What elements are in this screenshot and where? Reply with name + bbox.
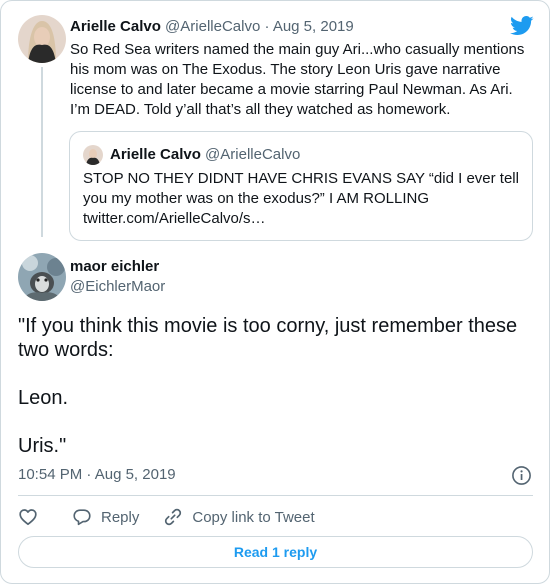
main-tweet-text: "If you think this movie is too corny, j… [18,314,533,458]
tweet-date: Aug 5, 2019 [94,466,176,483]
avatar[interactable] [18,253,66,301]
divider [18,495,533,496]
avatar-image [18,15,66,63]
tweet-actions: Reply Copy link to Tweet [18,506,315,528]
author-name[interactable]: Arielle Calvo [70,18,161,35]
tweet-line: "If you think this movie is too corny, j… [18,315,518,361]
info-icon[interactable] [511,465,532,486]
copy-link-button[interactable]: Copy link to Tweet [163,507,315,527]
link-icon [165,508,182,526]
heart-icon [19,509,37,526]
twitter-bird-icon[interactable] [510,16,534,36]
tweet-embed-card: Arielle Calvo @ArielleCalvo · Aug 5, 201… [0,0,550,584]
tweet-timestamp[interactable]: 10:54 PM · Aug 5, 2019 [18,466,176,484]
author-handle[interactable]: @ArielleCalvo [165,18,260,35]
header-separator: · [264,18,270,35]
tweet-line: Leon. [18,387,69,409]
tweet-date[interactable]: Aug 5, 2019 [273,18,354,35]
quoted-tweet-text: STOP NO THEY DIDNT HAVE CHRIS EVANS SAY … [83,170,519,227]
tweet-time: 10:54 PM [18,466,83,483]
parent-tweet-text: So Red Sea writers named the main guy Ar… [70,41,525,118]
thread-connector-line [41,67,43,237]
tweet-line: Uris." [18,435,67,457]
avatar [83,145,103,165]
reply-button[interactable]: Reply [72,507,139,527]
parent-tweet-header: Arielle Calvo @ArielleCalvo · Aug 5, 201… [70,18,354,36]
author-name: Arielle Calvo [110,146,201,163]
meta-separator: · [86,466,92,483]
reply-bubble-icon [73,509,91,526]
quoted-tweet-header: Arielle Calvo @ArielleCalvo [110,146,300,164]
author-handle[interactable]: @EichlerMaor [70,278,165,296]
copy-link-label: Copy link to Tweet [192,508,315,526]
reply-label: Reply [101,508,140,526]
read-replies-button[interactable]: Read 1 reply [18,536,533,568]
like-button[interactable] [18,507,38,527]
author-name[interactable]: maor eichler [70,258,159,276]
author-handle: @ArielleCalvo [205,146,301,163]
quoted-tweet[interactable]: Arielle Calvo @ArielleCalvo STOP NO THEY… [69,131,533,241]
avatar[interactable] [18,15,66,63]
avatar-image [18,253,66,301]
